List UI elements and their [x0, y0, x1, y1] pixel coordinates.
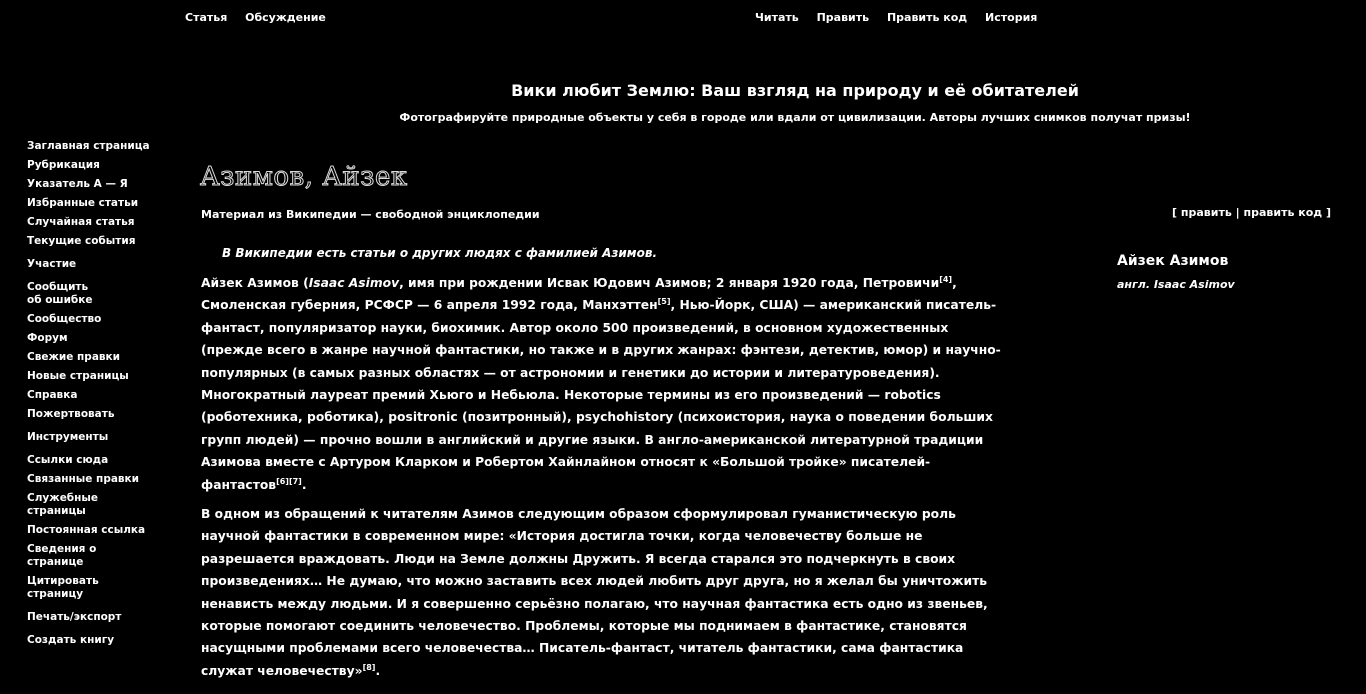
sidebar-item-report-error[interactable]: Сообщить об ошибке [27, 281, 105, 307]
edit-link[interactable]: править [1181, 206, 1232, 219]
edit-bracket-open: [ [1172, 206, 1181, 219]
edit-separator: | [1231, 206, 1244, 219]
sidebar-heading-tools: Инструменты [27, 431, 109, 443]
sidebar: Заглавная страница Рубрикация Указатель … [27, 140, 167, 657]
text-span[interactable]: , Нью-Йорк, США) — американский писатель… [201, 298, 1001, 491]
text-span: . [375, 663, 381, 678]
sidebar-item-current-events[interactable]: Текущие события [27, 235, 167, 248]
section-edit-links: [ править | править код ] [1172, 206, 1331, 219]
edit-bracket-close: ] [1322, 206, 1331, 219]
banner-title[interactable]: Вики любит Землю: Ваш взгляд на природу … [250, 81, 1340, 100]
text-span: . [301, 477, 307, 492]
text-span: ( [298, 276, 309, 290]
latin-name: Isaac Asimov [308, 276, 400, 290]
sidebar-item-recent-changes[interactable]: Свежие правки [27, 351, 167, 364]
article-paragraph-1: Айзек Азимов (Isaac Asimov, имя при рожд… [201, 272, 1006, 496]
tab-history[interactable]: История [985, 11, 1037, 24]
sidebar-tools-group: Инструменты Ссылки сюда Связанные правки… [27, 431, 167, 601]
sidebar-heading-participation: Участие [27, 258, 77, 270]
sidebar-item-help[interactable]: Справка [27, 389, 167, 402]
text-span: , имя при рождении [399, 276, 547, 290]
tab-edit-source[interactable]: Править код [887, 11, 967, 24]
sidebar-heading-print: Печать/экспорт [27, 611, 122, 623]
birth-name: Исвак Юдович Азимов [546, 276, 707, 290]
sidebar-item-new-pages[interactable]: Новые страницы [27, 370, 167, 383]
reference-link[interactable]: [8] [363, 663, 376, 672]
sidebar-item-what-links-here[interactable]: Ссылки сюда [27, 454, 167, 467]
infobox-title: Айзек Азимов [1117, 253, 1229, 269]
text-span: В одном из обращений к читателям Азимов … [201, 507, 988, 678]
sidebar-item-featured[interactable]: Избранные статьи [27, 197, 167, 210]
infobox-original-name: англ. Isaac Asimov [1117, 278, 1235, 291]
view-tabs: Читать Править Править код История [755, 11, 1051, 24]
hatnote[interactable]: В Википедии есть статьи о других людях с… [222, 246, 657, 260]
sidebar-item-create-book[interactable]: Создать книгу [27, 634, 167, 647]
tab-read[interactable]: Читать [755, 11, 799, 24]
sidebar-item-special-pages[interactable]: Служебные страницы [27, 492, 105, 518]
tab-edit[interactable]: Править [817, 11, 870, 24]
article-paragraph-2: В одном из обращений к читателям Азимов … [201, 503, 1006, 682]
edit-source-link[interactable]: править код [1244, 206, 1323, 219]
sidebar-item-permanent-link[interactable]: Постоянная ссылка [27, 524, 167, 537]
sidebar-item-community[interactable]: Сообщество [27, 313, 167, 326]
subject-name: Айзек Азимов [201, 276, 299, 290]
sidebar-main-group: Заглавная страница Рубрикация Указатель … [27, 140, 167, 248]
sidebar-item-donate[interactable]: Пожертвовать [27, 408, 167, 421]
sidebar-print-group: Печать/экспорт Создать книгу [27, 611, 167, 647]
sidebar-item-forum[interactable]: Форум [27, 332, 167, 345]
sidebar-item-index[interactable]: Указатель А — Я [27, 178, 167, 191]
page-tabs: Статья Обсуждение [185, 11, 340, 24]
sidebar-item-random[interactable]: Случайная статья [27, 216, 167, 229]
page-tagline: Материал из Википедии — свободной энцикл… [201, 208, 540, 221]
sidebar-item-categories[interactable]: Рубрикация [27, 159, 167, 172]
sidebar-item-related-changes[interactable]: Связанные правки [27, 473, 167, 486]
tab-article[interactable]: Статья [185, 11, 227, 24]
sidebar-item-page-info[interactable]: Сведения о странице [27, 543, 105, 569]
text-span[interactable]: ; 2 января 1920 года, Петровичи [707, 276, 940, 290]
banner-subtitle: Фотографируйте природные объекты у себя … [399, 111, 1191, 124]
sidebar-item-main-page[interactable]: Заглавная страница [27, 140, 167, 153]
sidebar-item-cite-page[interactable]: Цитировать страницу [27, 575, 105, 601]
page-title: Азимов, Айзек [200, 162, 408, 193]
reference-link[interactable]: [5] [658, 297, 671, 306]
sidebar-participation-group: Участие Сообщить об ошибке Сообщество Фо… [27, 258, 167, 421]
tab-discussion[interactable]: Обсуждение [245, 11, 326, 24]
reference-link[interactable]: [4] [939, 275, 952, 284]
reference-link[interactable]: [6][7] [276, 477, 302, 486]
